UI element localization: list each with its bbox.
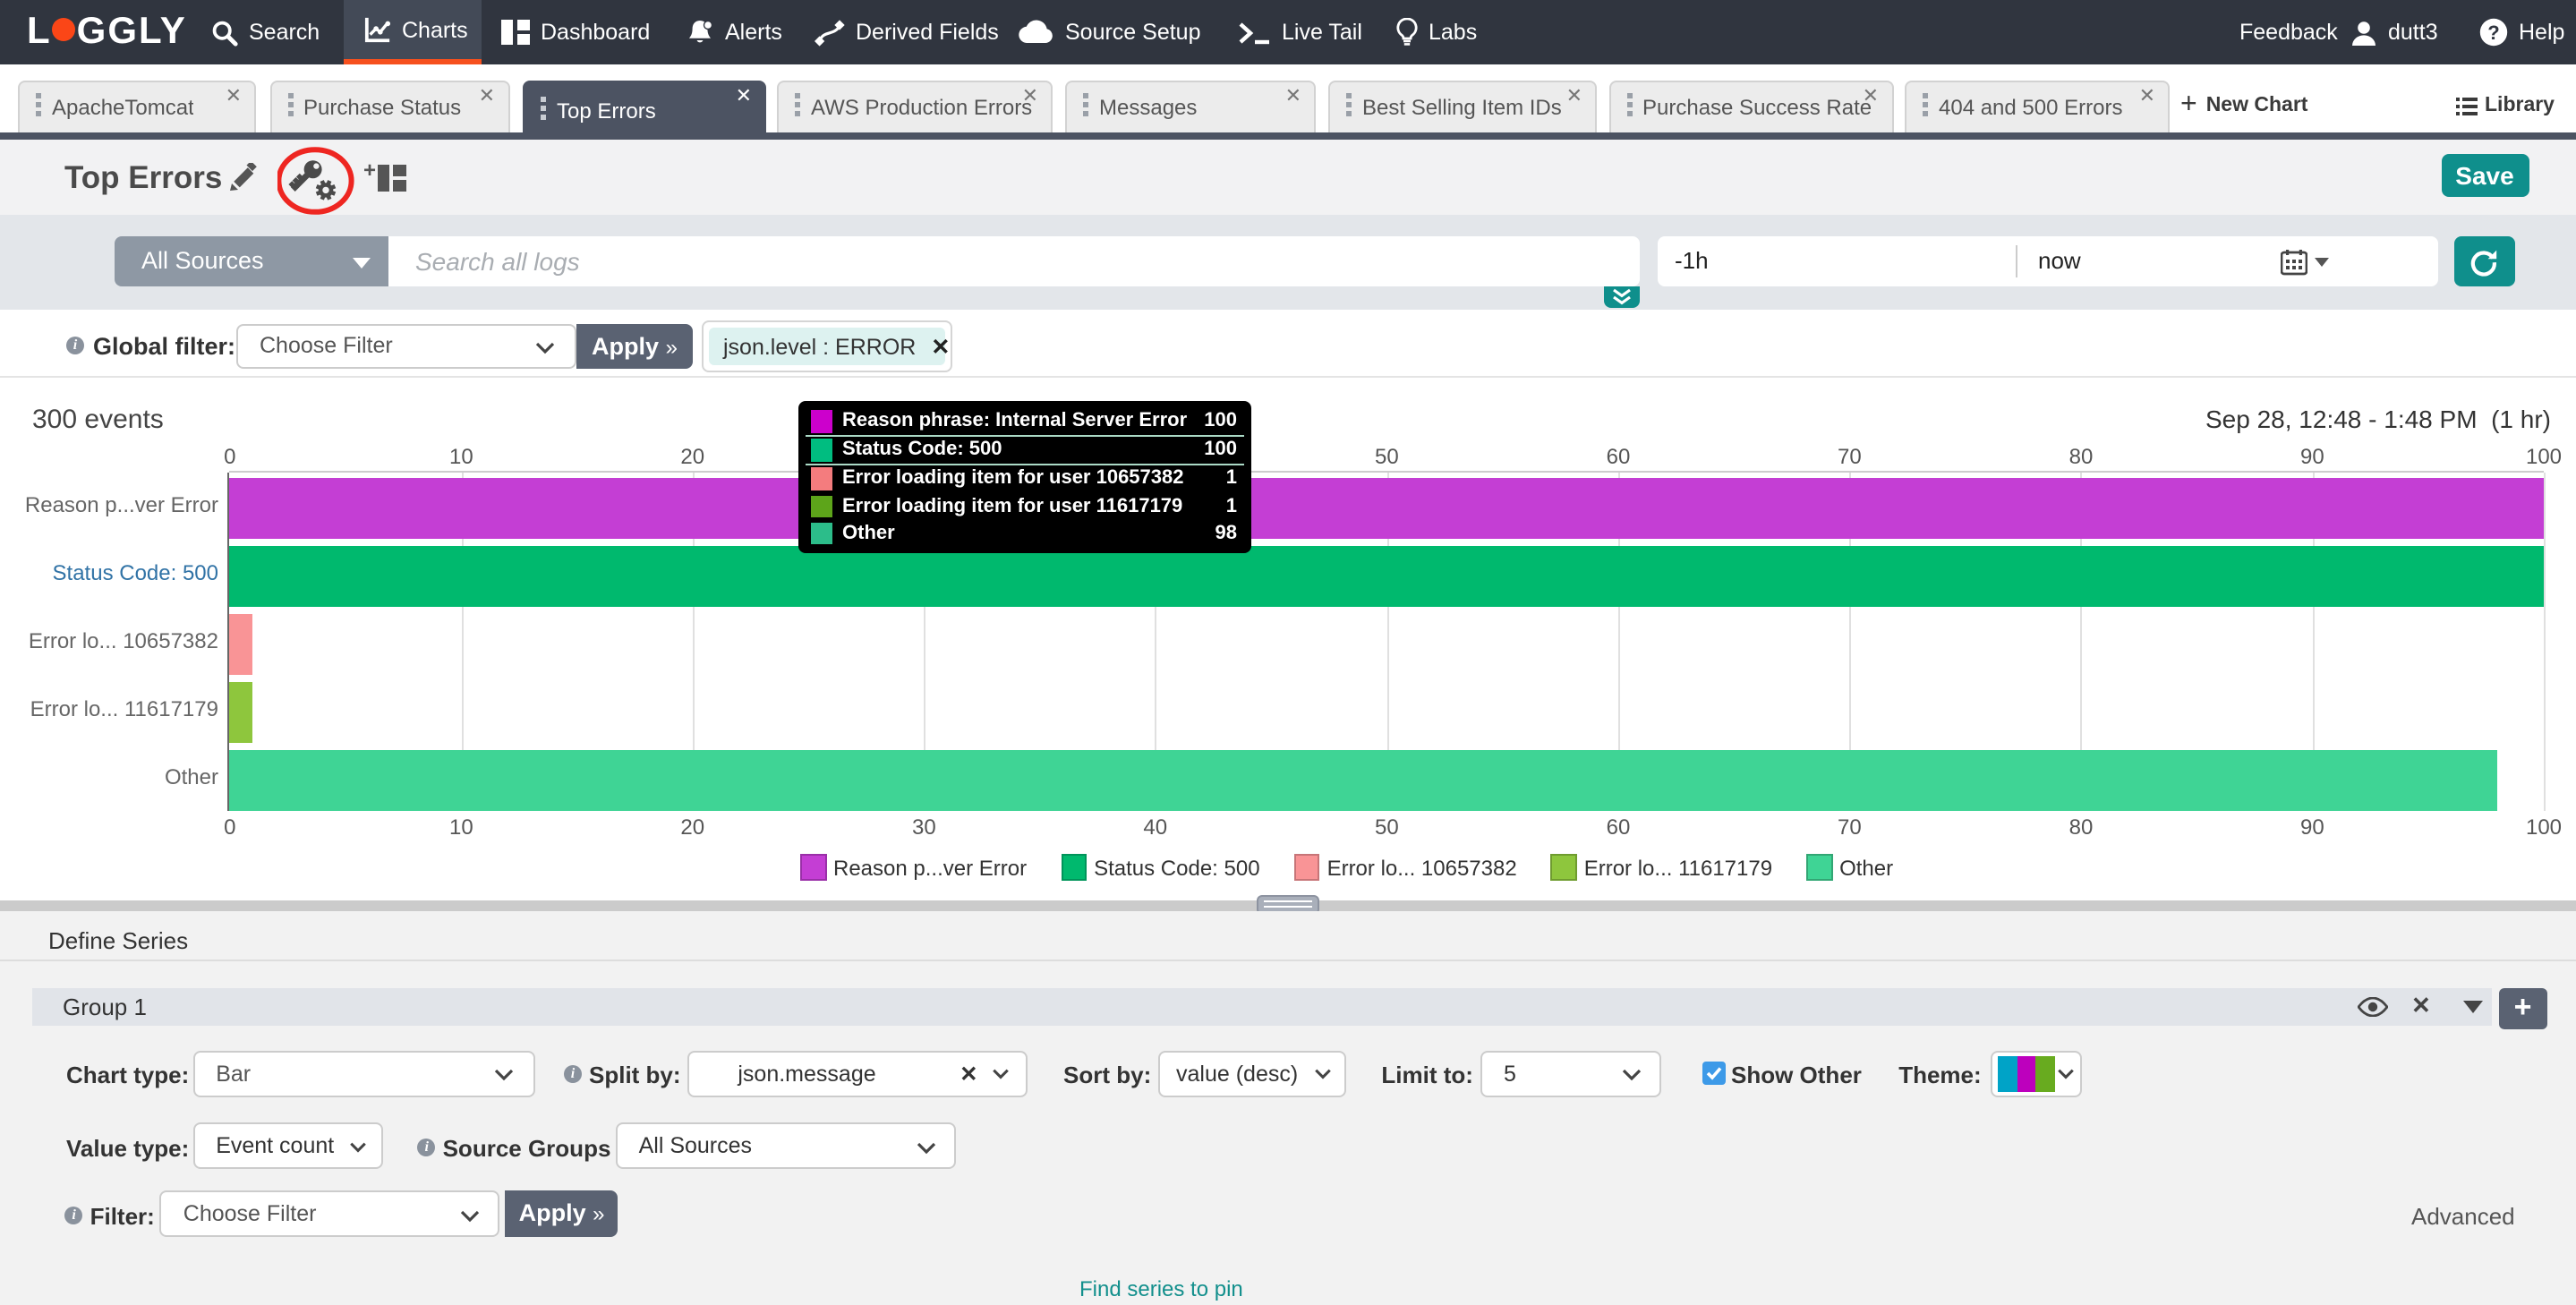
svg-text:+: + [363,160,376,182]
svg-text:?: ? [2487,21,2499,44]
